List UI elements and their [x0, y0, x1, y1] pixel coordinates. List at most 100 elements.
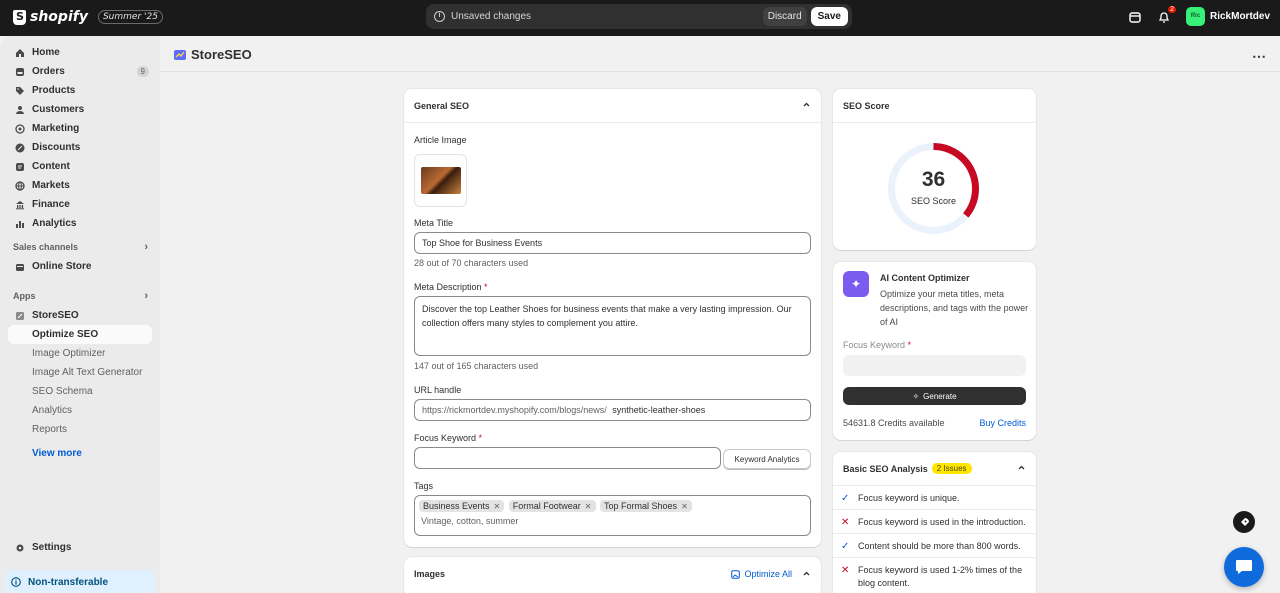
- discard-button[interactable]: Discard: [762, 7, 807, 26]
- sidebar-item-content[interactable]: Content: [8, 157, 152, 176]
- chat-button[interactable]: [1224, 547, 1264, 587]
- rocket-icon[interactable]: [1233, 511, 1255, 533]
- save-button[interactable]: Save: [810, 7, 848, 26]
- sidebar-item-finance[interactable]: Finance: [8, 195, 152, 214]
- image-icon: [731, 569, 741, 579]
- sidebar-item-products[interactable]: Products: [8, 81, 152, 100]
- sales-channels-header[interactable]: Sales channels ›: [8, 237, 152, 257]
- storeseo-logo-icon: [174, 49, 186, 60]
- bell-icon[interactable]: 2: [1157, 5, 1176, 24]
- seo-score-card: SEO Score 36 SEO Score: [833, 89, 1036, 250]
- analysis-item[interactable]: ✓ Focus keyword is unique.: [833, 486, 1036, 510]
- sidebar-item-settings[interactable]: Settings: [8, 538, 152, 557]
- article-image[interactable]: [414, 154, 467, 207]
- chevron-up-icon[interactable]: [1017, 463, 1026, 474]
- sidebar-item-online-store[interactable]: Online Store: [8, 257, 152, 276]
- meta-description-textarea[interactable]: Discover the top Leather Shoes for busin…: [414, 296, 811, 356]
- sidebar-subitem-analytics[interactable]: Analytics: [8, 401, 152, 420]
- tag-chip: Business Events ✕: [419, 500, 505, 512]
- remove-tag-icon[interactable]: ✕: [494, 502, 501, 511]
- shopify-bag-icon: [13, 9, 26, 25]
- sidebar-item-customers[interactable]: Customers: [8, 100, 152, 119]
- store-icon[interactable]: [1128, 10, 1142, 24]
- basic-seo-analysis-card: Basic SEO Analysis 2 Issues ✓ Focus keyw…: [833, 452, 1036, 593]
- url-handle-label: URL handle: [414, 385, 462, 395]
- focus-keyword-input[interactable]: [414, 447, 721, 469]
- ai-content-optimizer-card: ✦ AI Content Optimizer Optimize your met…: [833, 262, 1036, 440]
- analysis-item[interactable]: ✕ Focus keyword is used in the introduct…: [833, 510, 1036, 534]
- seo-score-value: 36: [921, 168, 946, 191]
- sidebar-subitem-alt-text-generator[interactable]: Image Alt Text Generator: [8, 363, 152, 382]
- home-icon: [16, 48, 24, 57]
- sidebar-item-storeseo[interactable]: StoreSEO: [8, 306, 152, 325]
- images-header[interactable]: Images Optimize All: [404, 557, 821, 591]
- ai-optimizer-title: AI Content Optimizer: [880, 273, 970, 283]
- generate-button[interactable]: ✧ Generate: [843, 387, 1026, 405]
- chat-icon: [1236, 560, 1252, 574]
- article-image-label: Article Image: [414, 135, 467, 145]
- user-menu[interactable]: Ric RickMortdev: [1185, 7, 1270, 26]
- sidebar-subitem-optimize-seo[interactable]: Optimize SEO: [8, 325, 152, 344]
- chevron-right-icon: ›: [144, 241, 148, 253]
- sidebar-item-label: Home: [32, 47, 60, 58]
- banner-text: Non-transferable: [28, 576, 109, 588]
- user-name: RickMortdev: [1209, 11, 1270, 22]
- storeseo-app-icon: [16, 311, 24, 320]
- seo-score-gauge: 36 SEO Score: [886, 141, 981, 236]
- sidebar-subitem-seo-schema[interactable]: SEO Schema: [8, 382, 152, 401]
- card-title: Basic SEO Analysis: [843, 463, 928, 474]
- sidebar-item-orders[interactable]: Orders 9: [8, 62, 152, 81]
- buy-credits-link[interactable]: Buy Credits: [979, 418, 1026, 428]
- remove-tag-icon[interactable]: ✕: [681, 502, 688, 511]
- analysis-item[interactable]: ✕ Focus keyword is used 1-2% times of th…: [833, 558, 1036, 590]
- orders-count: 9: [136, 66, 149, 77]
- sidebar-item-discounts[interactable]: Discounts: [8, 138, 152, 157]
- sidebar-item-label: Reports: [32, 424, 68, 435]
- credits-available: 54631.8 Credits available: [843, 418, 945, 428]
- gear-icon: [16, 544, 24, 551]
- check-icon: ✓: [841, 493, 850, 504]
- tag-chip: Formal Footwear ✕: [508, 500, 596, 512]
- sidebar-item-label: Orders: [32, 66, 65, 77]
- meta-title-input[interactable]: Top Shoe for Business Events: [414, 232, 811, 254]
- meta-title-help: 28 out of 70 characters used: [414, 258, 529, 268]
- remove-tag-icon[interactable]: ✕: [585, 502, 592, 511]
- chevron-up-icon[interactable]: [802, 569, 811, 580]
- general-seo-header[interactable]: General SEO: [404, 89, 821, 123]
- sidebar-item-home[interactable]: Home: [8, 43, 152, 62]
- non-transferable-banner[interactable]: Non-transferable: [5, 570, 155, 593]
- sidebar-item-label: Marketing: [32, 123, 80, 134]
- sidebar-item-label: Finance: [32, 199, 70, 210]
- chevron-up-icon[interactable]: [802, 100, 811, 111]
- analysis-item[interactable]: ✓ Content should be more than 800 words.: [833, 534, 1036, 558]
- tags-input[interactable]: Business Events ✕ Formal Footwear ✕ Top Fo…: [414, 495, 811, 536]
- url-handle-input[interactable]: https://rickmortdev.myshopify.com/blogs/…: [414, 399, 811, 421]
- sidebar-subitem-image-optimizer[interactable]: Image Optimizer: [8, 344, 152, 363]
- sparkle-icon: ✦: [843, 271, 869, 297]
- sidebar-item-markets[interactable]: Markets: [8, 176, 152, 195]
- tag-chip: Top Formal Shoes ✕: [600, 500, 692, 512]
- sidebar-subitem-reports[interactable]: Reports: [8, 420, 152, 439]
- view-more-link[interactable]: View more: [8, 444, 152, 463]
- basic-seo-analysis-header[interactable]: Basic SEO Analysis 2 Issues: [833, 452, 1036, 486]
- ai-focus-keyword-input[interactable]: [843, 355, 1026, 376]
- sidebar-item-label: Image Alt Text Generator: [32, 367, 143, 378]
- sidebar-item-label: Optimize SEO: [32, 329, 99, 340]
- images-card: Images Optimize All: [404, 557, 821, 593]
- card-title: SEO Score: [843, 100, 890, 111]
- keyword-analytics-button[interactable]: Keyword Analytics: [723, 449, 811, 469]
- card-title: General SEO: [414, 100, 470, 111]
- sidebar-item-label: Analytics: [32, 405, 73, 416]
- cross-icon: ✕: [841, 565, 850, 576]
- sidebar-item-marketing[interactable]: Marketing: [8, 119, 152, 138]
- tags-placeholder[interactable]: Vintage, cotton, summer: [419, 516, 806, 526]
- apps-header[interactable]: Apps ›: [8, 286, 152, 306]
- sidebar-item-analytics[interactable]: Analytics: [8, 214, 152, 233]
- more-actions-icon[interactable]: ⋯: [1252, 48, 1266, 65]
- url-prefix: https://rickmortdev.myshopify.com/blogs/…: [422, 405, 607, 415]
- optimize-all-button[interactable]: Optimize All: [731, 569, 792, 579]
- unsaved-changes-bar: i Unsaved changes Discard Save: [426, 4, 852, 29]
- shopify-logo[interactable]: shopify Summer '25: [13, 9, 163, 25]
- issues-badge: 2 Issues: [931, 463, 972, 474]
- tags-label: Tags: [414, 481, 434, 491]
